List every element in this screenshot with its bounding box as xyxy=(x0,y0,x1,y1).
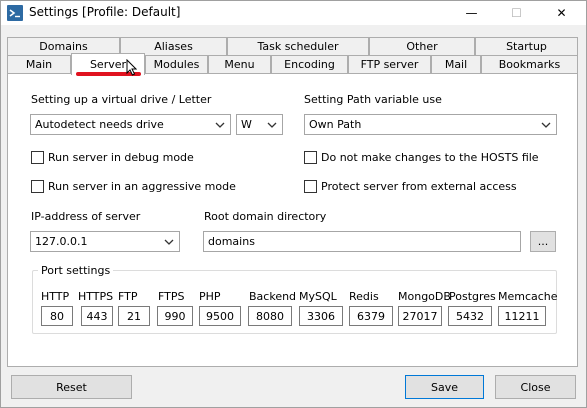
settings-window: Settings [Profile: Default] — ☐ ✕ Domain… xyxy=(0,0,587,408)
save-button[interactable]: Save xyxy=(405,375,484,399)
port-input-backend[interactable]: 8080 xyxy=(248,306,292,326)
tab-row-bottom: Main Server Modules Menu Encoding FTP se… xyxy=(7,53,578,75)
debug-mode-checkbox[interactable]: Run server in debug mode xyxy=(31,151,194,164)
debug-mode-label: Run server in debug mode xyxy=(48,151,194,164)
ip-address-select[interactable]: 127.0.0.1 xyxy=(30,231,180,252)
path-mode-select[interactable]: Own Path xyxy=(304,114,557,135)
port-label-backend: Backend xyxy=(249,290,297,303)
browse-button[interactable]: ... xyxy=(530,231,556,252)
port-label-mysql: MySQL xyxy=(299,290,337,303)
protect-server-checkbox[interactable]: Protect server from external access xyxy=(304,180,517,193)
port-label-http: HTTP xyxy=(41,290,70,303)
chevron-down-icon xyxy=(541,122,551,128)
port-input-postgres[interactable]: 5432 xyxy=(448,306,492,326)
path-label: Setting Path variable use xyxy=(304,93,442,106)
maximize-button[interactable]: ☐ xyxy=(494,1,539,25)
port-label-ftp: FTP xyxy=(118,290,138,303)
aggressive-mode-label: Run server in an aggressive mode xyxy=(48,180,236,193)
ip-address-value: 127.0.0.1 xyxy=(35,235,88,248)
port-label-https: HTTPS xyxy=(78,290,114,303)
port-input-https[interactable]: 443 xyxy=(81,306,113,326)
close-window-button[interactable]: ✕ xyxy=(539,1,584,25)
reset-button[interactable]: Reset xyxy=(11,375,132,399)
port-label-php: PHP xyxy=(199,290,221,303)
port-label-postgres: Postgres xyxy=(449,290,496,303)
chevron-down-icon xyxy=(164,239,174,245)
tab-ftp-server[interactable]: FTP server xyxy=(348,55,431,73)
drive-mode-value: Autodetect needs drive xyxy=(35,118,164,131)
root-dir-label: Root domain directory xyxy=(204,210,327,223)
drive-label: Setting up a virtual drive / Letter xyxy=(31,93,212,106)
port-input-memcache[interactable]: 11211 xyxy=(498,306,546,326)
minimize-button[interactable]: — xyxy=(449,1,494,25)
tab-other[interactable]: Other xyxy=(369,37,475,55)
port-label-redis: Redis xyxy=(349,290,379,303)
tab-modules[interactable]: Modules xyxy=(145,55,208,73)
port-input-redis[interactable]: 6379 xyxy=(349,306,393,326)
path-mode-value: Own Path xyxy=(309,118,362,131)
tab-bookmarks[interactable]: Bookmarks xyxy=(481,55,578,73)
port-label-mongodb: MongoDB xyxy=(398,290,451,303)
port-label-memcache: Memcache xyxy=(498,290,558,303)
port-input-ftps[interactable]: 990 xyxy=(157,306,193,326)
root-dir-input[interactable]: domains xyxy=(203,231,521,252)
drive-letter-value: W xyxy=(241,118,252,131)
checkbox-box xyxy=(304,151,317,164)
port-input-php[interactable]: 9500 xyxy=(199,306,241,326)
hosts-file-label: Do not make changes to the HOSTS file xyxy=(321,151,539,164)
port-input-mongodb[interactable]: 27017 xyxy=(398,306,442,326)
app-terminal-icon xyxy=(7,5,23,21)
port-label-ftps: FTPS xyxy=(158,290,185,303)
drive-letter-select[interactable]: W xyxy=(236,114,283,135)
protect-server-label: Protect server from external access xyxy=(321,180,517,193)
chevron-down-icon xyxy=(267,122,277,128)
window-title: Settings [Profile: Default] xyxy=(29,5,181,19)
tab-mail[interactable]: Mail xyxy=(431,55,481,73)
checkbox-box xyxy=(31,151,44,164)
ip-label: IP-address of server xyxy=(31,210,141,223)
tab-encoding[interactable]: Encoding xyxy=(271,55,348,73)
mouse-cursor-icon xyxy=(126,58,138,79)
tab-startup[interactable]: Startup xyxy=(475,37,578,55)
port-settings-title: Port settings xyxy=(38,264,114,277)
drive-mode-select[interactable]: Autodetect needs drive xyxy=(30,114,231,135)
aggressive-mode-checkbox[interactable]: Run server in an aggressive mode xyxy=(31,180,236,193)
chevron-down-icon xyxy=(215,122,225,128)
close-button[interactable]: Close xyxy=(495,375,576,399)
port-input-mysql[interactable]: 3306 xyxy=(299,306,343,326)
tab-menu[interactable]: Menu xyxy=(208,55,271,73)
checkbox-box xyxy=(304,180,317,193)
title-bar: Settings [Profile: Default] — ☐ ✕ xyxy=(1,1,586,25)
port-input-http[interactable]: 80 xyxy=(41,306,73,326)
checkbox-box xyxy=(31,180,44,193)
tab-task-scheduler[interactable]: Task scheduler xyxy=(227,37,369,55)
tab-main[interactable]: Main xyxy=(7,55,71,73)
hosts-file-checkbox[interactable]: Do not make changes to the HOSTS file xyxy=(304,151,539,164)
port-input-ftp[interactable]: 21 xyxy=(118,306,150,326)
